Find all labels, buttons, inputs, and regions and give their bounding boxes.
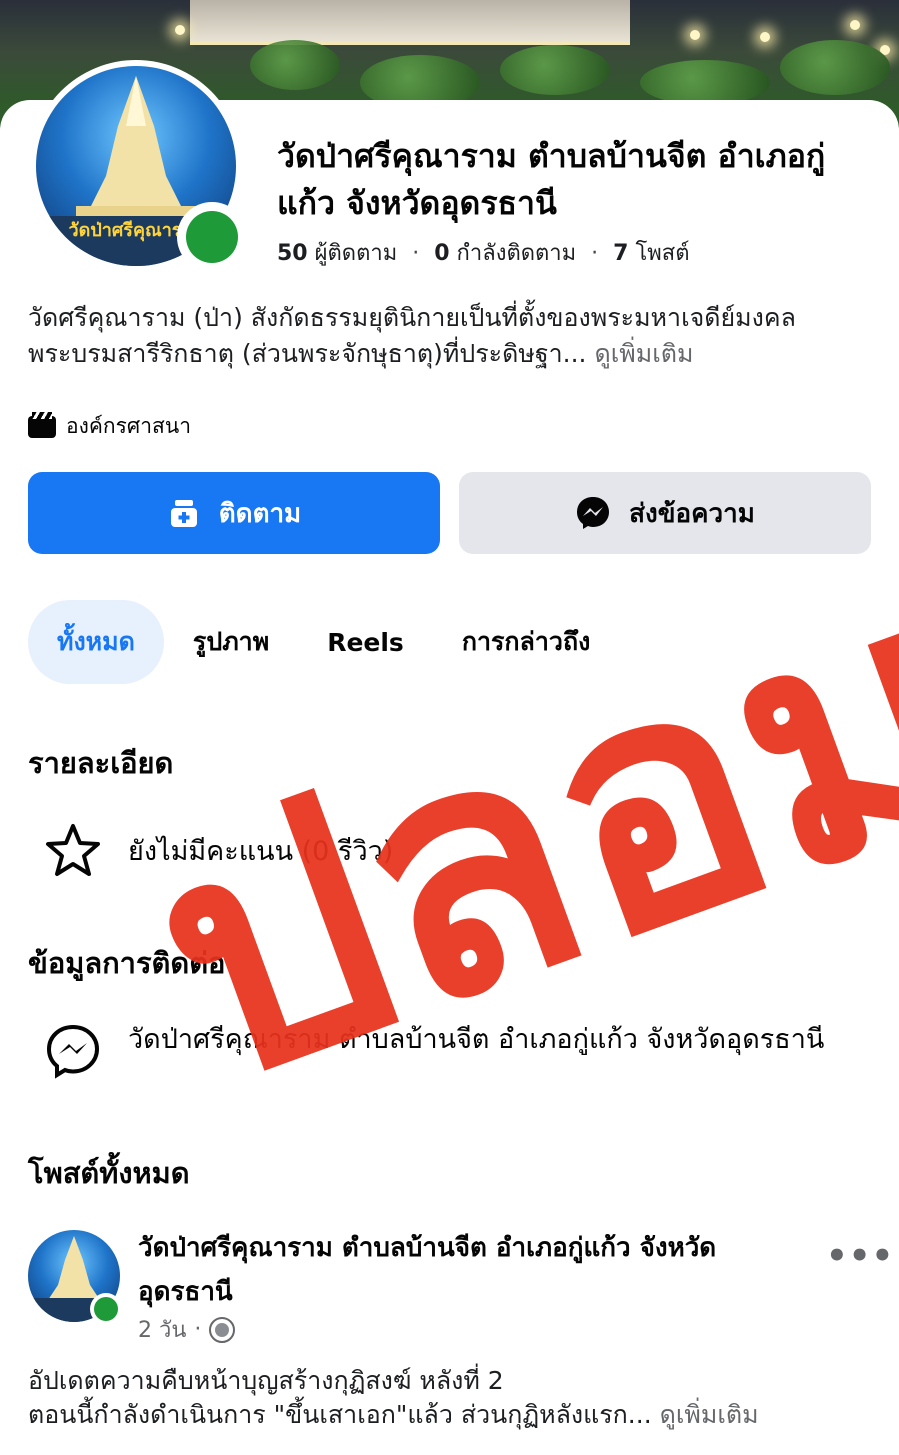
post-text-line: อัปเดตความคืบหน้าบุญสร้างกุฏิสงฆ์ หลังที… (28, 1366, 504, 1395)
tab-all[interactable]: ทั้งหมด (28, 600, 164, 684)
stats-separator: · (591, 241, 599, 266)
messenger-contact-row[interactable]: วัดป่าศรีคุณาราม ตำบลบ้านจีต อำเภอกู่แก้… (44, 1022, 844, 1080)
star-icon (44, 822, 102, 880)
globe-icon (209, 1316, 236, 1343)
messenger-outline-icon (44, 1022, 102, 1080)
post-meta: 2 วัน · (138, 1312, 236, 1347)
tab-reels[interactable]: Reels (298, 600, 433, 684)
post-online-indicator (90, 1293, 122, 1325)
follow-label: ติดตาม (218, 498, 302, 529)
posts-section-title: โพสต์ทั้งหมด (28, 1156, 190, 1190)
category-label: องค์กรศาสนา (66, 414, 191, 438)
follow-page-icon (167, 496, 201, 530)
message-button[interactable]: ส่งข้อความ (459, 472, 871, 554)
post-options-button[interactable]: ••• (826, 1236, 894, 1276)
clapperboard-icon (28, 411, 56, 438)
cover-building (190, 0, 630, 45)
meta-separator: · (194, 1317, 202, 1342)
cover-leaf (500, 45, 610, 95)
tab-mentions[interactable]: การกล่าวถึง (433, 600, 619, 684)
online-status-indicator (177, 202, 247, 272)
page-stats: 50 ผู้ติดตาม · 0 กำลังติดตาม · 7 โพสต์ (277, 235, 690, 270)
post-body: อัปเดตความคืบหน้าบุญสร้างกุฏิสงฆ์ หลังที… (28, 1364, 878, 1432)
message-label: ส่งข้อความ (629, 498, 755, 529)
stats-separator: · (412, 241, 420, 266)
see-more-link[interactable]: ดูเพิ่มเติม (594, 339, 693, 368)
posts-count: 7 (613, 241, 629, 266)
follow-button[interactable]: ติดตาม (28, 472, 440, 554)
rating-text: ยังไม่มีคะแนน (0 รีวิว) (128, 836, 394, 867)
followers-count[interactable]: 50 (277, 241, 308, 266)
details-title: รายละเอียด (28, 746, 174, 780)
posts-label: โพสต์ (635, 241, 690, 266)
cover-leaf (640, 60, 770, 105)
page-title: วัดป่าศรีคุณาราม ตำบลบ้านจีต อำเภอกู่แก้… (277, 137, 826, 222)
cover-light (850, 20, 860, 30)
tab-photos[interactable]: รูปภาพ (164, 600, 298, 684)
messenger-icon (575, 495, 611, 531)
cover-leaf (250, 40, 340, 90)
post-see-more-link[interactable]: ดูเพิ่มเติม (660, 1400, 759, 1429)
contact-title: ข้อมูลการติดต่อ (28, 946, 226, 980)
profile-tabs: ทั้งหมด รูปภาพ Reels การกล่าวถึง (28, 600, 619, 684)
cover-light (175, 25, 185, 35)
following-label[interactable]: กำลังติดตาม (457, 241, 577, 266)
cover-leaf (780, 40, 890, 95)
post-time[interactable]: 2 วัน (138, 1312, 186, 1347)
rating-row[interactable]: ยังไม่มีคะแนน (0 รีวิว) (44, 822, 393, 880)
post-author-name[interactable]: วัดป่าศรีคุณาราม ตำบลบ้านจีต อำเภอกู่แก้… (138, 1226, 798, 1314)
cover-light (690, 30, 700, 40)
following-count[interactable]: 0 (434, 241, 449, 266)
page-category: องค์กรศาสนา (28, 410, 191, 443)
messenger-contact-text: วัดป่าศรีคุณาราม ตำบลบ้านจีต อำเภอกู่แก้… (128, 1024, 825, 1055)
cover-light (760, 32, 770, 42)
page-intro: วัดศรีคุณาราม (ป่า) สังกัดธรรมยุตินิกายเ… (28, 300, 873, 372)
followers-label[interactable]: ผู้ติดตาม (315, 241, 398, 266)
post-text-line: ตอนนี้กำลังดำเนินการ "ขึ้นเสาเอก"แล้ว ส่… (28, 1400, 652, 1429)
